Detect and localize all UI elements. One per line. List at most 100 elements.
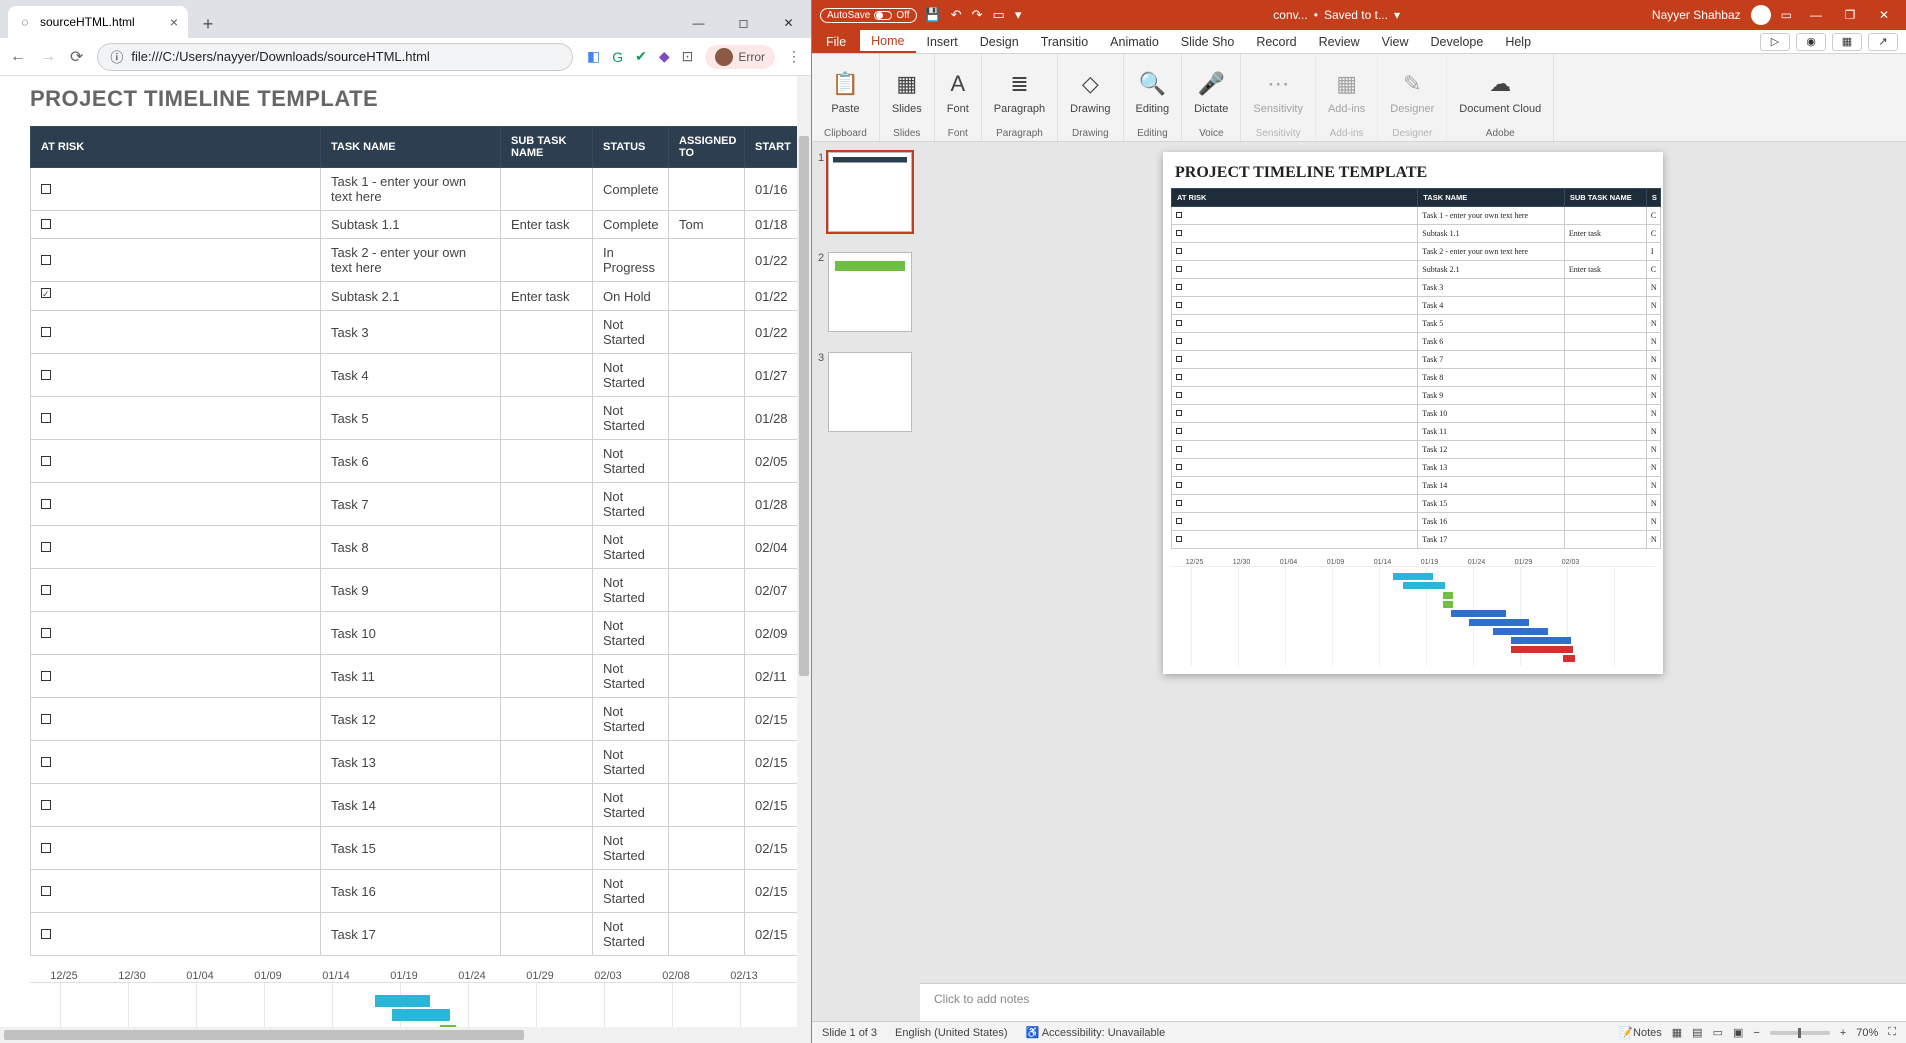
accessibility[interactable]: ♿ Accessibility: Unavailable (1026, 1026, 1166, 1039)
ribbon-tab-record[interactable]: Record (1245, 30, 1307, 53)
checkbox[interactable] (41, 714, 51, 724)
scroll-thumb[interactable] (4, 1030, 524, 1040)
checkbox[interactable] (41, 628, 51, 638)
checkbox[interactable] (41, 757, 51, 767)
checkbox[interactable] (41, 800, 51, 810)
extensions-icon[interactable]: ⊡ (682, 48, 694, 65)
checkbox[interactable] (41, 370, 51, 380)
ribbon-tab-insert[interactable]: Insert (916, 30, 969, 53)
maximize-icon[interactable]: ◻ (721, 8, 766, 38)
slide-thumb-3[interactable]: 3 (818, 352, 914, 432)
slide-thumb-2[interactable]: 2 (818, 252, 914, 332)
language[interactable]: English (United States) (895, 1027, 1008, 1039)
ribbon-tab-review[interactable]: Review (1308, 30, 1371, 53)
ribbon-button[interactable]: ✎Designer (1390, 58, 1434, 128)
vertical-scrollbar[interactable] (797, 76, 811, 1027)
ext-icon[interactable]: ✔ (635, 48, 647, 65)
url-input[interactable]: ⓘ file:///C:/Users/nayyer/Downloads/sour… (97, 43, 573, 71)
ribbon-tab-help[interactable]: Help (1494, 30, 1542, 53)
checkbox[interactable] (41, 671, 51, 681)
restore-icon[interactable]: ❐ (1836, 8, 1864, 22)
ribbon-action-icon[interactable]: ◉ (1796, 33, 1826, 51)
ribbon-button[interactable]: 🔍Editing (1136, 58, 1170, 128)
sorter-view-icon[interactable]: ▤ (1692, 1026, 1702, 1039)
ext-icon[interactable]: ◆ (659, 48, 670, 65)
back-icon[interactable]: ← (10, 48, 26, 66)
checkbox[interactable] (41, 288, 51, 298)
zoom-slider[interactable] (1770, 1031, 1830, 1035)
slide-canvas[interactable]: PROJECT TIMELINE TEMPLATE AT RISKTASK NA… (920, 142, 1906, 983)
autosave-toggle[interactable]: AutoSave Off (820, 8, 917, 23)
ribbon-button[interactable]: ▦Add-ins (1328, 58, 1365, 128)
minimize-icon[interactable]: — (676, 8, 721, 38)
ribbon-tab-design[interactable]: Design (969, 30, 1030, 53)
slide-thumb-1[interactable]: 1 (818, 152, 914, 232)
subtask-cell (501, 741, 593, 784)
ribbon-button[interactable]: ≣Paragraph (994, 58, 1045, 128)
ribbon-button[interactable]: 🎤Dictate (1194, 58, 1228, 128)
ribbon-button[interactable]: AFont (947, 58, 969, 128)
checkbox[interactable] (41, 499, 51, 509)
dropdown-icon[interactable]: ▾ (1015, 7, 1022, 23)
close-icon[interactable]: ✕ (766, 8, 811, 38)
zoom-level[interactable]: 70% (1856, 1027, 1878, 1039)
status-cell: Not Started (593, 827, 669, 870)
new-tab-button[interactable]: + (194, 10, 222, 38)
slideshow-view-icon[interactable]: ▣ (1733, 1026, 1743, 1039)
ribbon-tab-home[interactable]: Home (860, 30, 915, 53)
avatar[interactable] (1751, 5, 1771, 25)
checkbox[interactable] (41, 184, 51, 194)
notes-pane[interactable]: Click to add notes (920, 983, 1906, 1021)
close-tab-icon[interactable]: × (170, 14, 178, 30)
checkbox[interactable] (41, 542, 51, 552)
forward-icon[interactable]: → (40, 48, 56, 66)
ribbon-tab-develope[interactable]: Develope (1419, 30, 1494, 53)
slideshow-icon[interactable]: ▭ (993, 7, 1005, 23)
checkbox[interactable] (41, 413, 51, 423)
normal-view-icon[interactable]: ▦ (1672, 1026, 1682, 1039)
ribbon-tab-view[interactable]: View (1371, 30, 1420, 53)
reload-icon[interactable]: ⟳ (70, 47, 83, 67)
zoom-in-icon[interactable]: + (1840, 1027, 1846, 1039)
ribbon-tab-animatio[interactable]: Animatio (1099, 30, 1170, 53)
ribbon-button[interactable]: ☁Document Cloud (1459, 58, 1541, 128)
notes-button[interactable]: 📝Notes (1619, 1026, 1661, 1039)
ext-icon[interactable]: G (612, 49, 623, 65)
horizontal-scrollbar[interactable] (0, 1027, 811, 1043)
checkbox[interactable] (41, 929, 51, 939)
checkbox[interactable] (41, 219, 51, 229)
menu-icon[interactable]: ⋮ (787, 48, 801, 65)
ribbon-tab-transitio[interactable]: Transitio (1030, 30, 1099, 53)
slide-thumbnails: 1 2 3 (812, 142, 920, 1021)
close-icon[interactable]: ✕ (1870, 8, 1898, 22)
ribbon-button[interactable]: ▦Slides (892, 58, 922, 128)
save-icon[interactable]: 💾 (925, 7, 941, 23)
ribbon-button[interactable]: ⋯Sensitivity (1253, 58, 1303, 128)
date-label: 12/25 (30, 970, 98, 982)
ribbon-button[interactable]: 📋Paste (831, 58, 859, 128)
browser-tab[interactable]: ◌ sourceHTML.html × (8, 6, 188, 38)
ribbon-action-icon[interactable]: ↗ (1868, 33, 1898, 51)
ribbon-tab-slide sho[interactable]: Slide Sho (1170, 30, 1246, 53)
ribbon-button[interactable]: ◇Drawing (1070, 58, 1110, 128)
ribbon-action-icon[interactable]: ▷ (1760, 33, 1790, 51)
profile-error-pill[interactable]: Error (705, 45, 775, 69)
reading-view-icon[interactable]: ▭ (1713, 1026, 1723, 1039)
minimize-icon[interactable]: — (1802, 8, 1830, 22)
checkbox[interactable] (41, 585, 51, 595)
fit-icon[interactable]: ⛶ (1888, 1026, 1896, 1039)
scroll-thumb[interactable] (799, 136, 809, 676)
checkbox[interactable] (41, 456, 51, 466)
checkbox[interactable] (41, 843, 51, 853)
ribbon-tab-file[interactable]: File (812, 30, 860, 53)
undo-icon[interactable]: ↶ (951, 7, 962, 23)
ribbon-mode-icon[interactable]: ▭ (1781, 8, 1792, 22)
redo-icon[interactable]: ↷ (972, 7, 983, 23)
ribbon-action-icon[interactable]: ▦ (1832, 33, 1862, 51)
zoom-out-icon[interactable]: − (1753, 1027, 1759, 1039)
document-title[interactable]: conv... • Saved to t... ▾ (1273, 8, 1400, 22)
checkbox[interactable] (41, 327, 51, 337)
checkbox[interactable] (41, 886, 51, 896)
checkbox[interactable] (41, 255, 51, 265)
ext-icon[interactable]: ◧ (587, 48, 600, 65)
